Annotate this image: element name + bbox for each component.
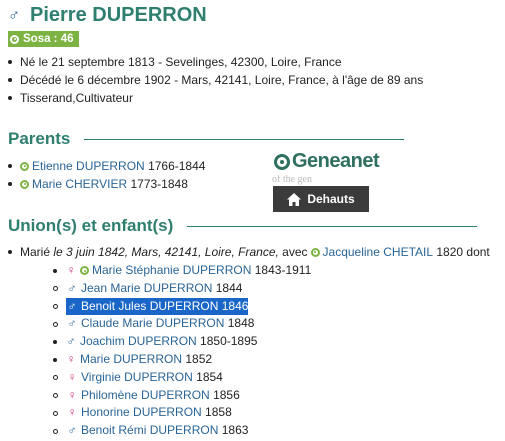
child-item: ♀ Marie DUPERRON 1852	[53, 351, 311, 369]
fact-occupation: Tisserand,Cultivateur	[8, 89, 423, 107]
child-link[interactable]: Marie Stéphanie DUPERRON	[92, 262, 251, 280]
list-bullet	[53, 357, 57, 362]
father-link[interactable]: Etienne DUPERRON	[32, 157, 145, 175]
male-icon: ♂	[67, 423, 77, 438]
sosa-badge: Sosa : 46	[8, 31, 79, 47]
child-link[interactable]: Virginie DUPERRON	[81, 369, 193, 387]
unions-divider	[187, 225, 478, 227]
male-icon: ♂	[67, 298, 77, 313]
child-link[interactable]: Benoit Jules DUPERRON	[81, 298, 218, 316]
child-item: ♀ Philomène DUPERRON 1856	[53, 387, 311, 405]
list-bullet	[53, 392, 58, 398]
list-bullet	[53, 268, 57, 273]
list-bullet	[53, 340, 57, 345]
child-link[interactable]: Marie DUPERRON	[80, 351, 182, 369]
male-icon: ♂	[66, 334, 76, 349]
children-list: ♀ Marie Stéphanie DUPERRON 1843-1911 ♂ Jean…	[53, 262, 311, 440]
child-link[interactable]: Claude Marie DUPERRON	[81, 315, 224, 333]
child-dates: 1852	[185, 351, 213, 366]
home-icon	[287, 192, 302, 206]
list-bullet	[53, 428, 58, 434]
female-icon: ♀	[66, 351, 76, 366]
female-icon: ♀	[67, 369, 77, 384]
union-line: Marié le 3 juin 1842, Mars, 42141, Loire…	[8, 245, 490, 259]
mother-link[interactable]: Marie CHERVIER	[32, 175, 127, 193]
child-dates: 1850-1895	[200, 334, 258, 349]
parents-divider	[84, 138, 405, 140]
geneanet-logo[interactable]: Geneanet	[274, 150, 380, 173]
child-item: ♀ Marie Stéphanie DUPERRON 1843-1911	[53, 262, 311, 280]
parent-father: Etienne DUPERRON 1766-1844	[8, 157, 205, 175]
child-item: ♂ Jean Marie DUPERRON 1844	[53, 280, 311, 298]
parents-heading: Parents	[8, 129, 405, 149]
list-bullet	[53, 303, 58, 309]
child-dates: 1846	[221, 298, 249, 313]
child-item: ♀ Honorine DUPERRON 1858	[53, 404, 311, 422]
female-icon: ♀	[67, 387, 77, 402]
female-icon: ♀	[67, 405, 77, 420]
ad-background-text: of the gen	[272, 175, 312, 185]
child-dates: 1858	[205, 405, 232, 420]
child-dates: 1863	[221, 423, 249, 438]
child-link[interactable]: Joachim DUPERRON	[80, 333, 197, 351]
male-icon: ♂	[67, 280, 77, 295]
child-link[interactable]: Honorine DUPERRON	[81, 404, 202, 422]
female-icon: ♀	[66, 263, 76, 277]
fact-birth: Né le 21 septembre 1813 - Sevelinges, 42…	[8, 53, 423, 71]
sosa-icon	[20, 179, 29, 189]
dehauts-button[interactable]: Dehauts	[273, 186, 369, 212]
list-bullet	[53, 375, 58, 381]
child-item: ♂ Benoit Rémi DUPERRON 1863	[53, 422, 311, 440]
child-link[interactable]: Benoit Rémi DUPERRON	[81, 422, 218, 440]
sosa-icon	[20, 161, 29, 171]
parent-mother: Marie CHERVIER 1773-1848	[8, 175, 205, 193]
child-dates: 1854	[196, 369, 223, 384]
sosa-icon	[310, 247, 320, 257]
person-heading: ♂ Pierre DUPERRON	[8, 4, 207, 27]
sosa-icon	[10, 34, 19, 44]
child-item: ♂ Joachim DUPERRON 1850-1895	[53, 333, 311, 351]
person-name: Pierre DUPERRON	[30, 4, 207, 26]
sosa-label: Sosa : 46	[23, 33, 74, 45]
child-link[interactable]: Jean Marie DUPERRON	[81, 280, 212, 298]
unions-heading: Union(s) et enfant(s)	[8, 216, 478, 236]
child-item: ♀ Virginie DUPERRON 1854	[53, 369, 311, 387]
sosa-icon	[80, 266, 89, 276]
child-item: ♂ Claude Marie DUPERRON 1848	[53, 315, 311, 333]
list-bullet	[53, 286, 58, 292]
geneanet-logo-icon	[274, 153, 290, 170]
parents-list: Etienne DUPERRON 1766-1844 Marie CHERVIE…	[8, 157, 205, 193]
child-dates: 1856	[213, 387, 240, 402]
person-facts: Né le 21 septembre 1813 - Sevelinges, 42…	[8, 53, 423, 107]
male-icon: ♂	[8, 6, 20, 24]
child-item: ♂ Benoit Jules DUPERRON 1846	[53, 297, 311, 316]
child-link[interactable]: Philomène DUPERRON	[81, 387, 210, 405]
child-dates: 1848	[227, 316, 255, 331]
male-icon: ♂	[67, 316, 77, 331]
fact-death: Décédé le 6 décembre 1902 - Mars, 42141,…	[8, 71, 423, 89]
child-dates: 1843-1911	[254, 263, 312, 277]
child-dates: 1844	[215, 280, 243, 295]
list-bullet	[53, 410, 58, 416]
spouse-link[interactable]: Jacqueline CHETAIL	[323, 245, 434, 259]
list-bullet	[53, 321, 58, 327]
